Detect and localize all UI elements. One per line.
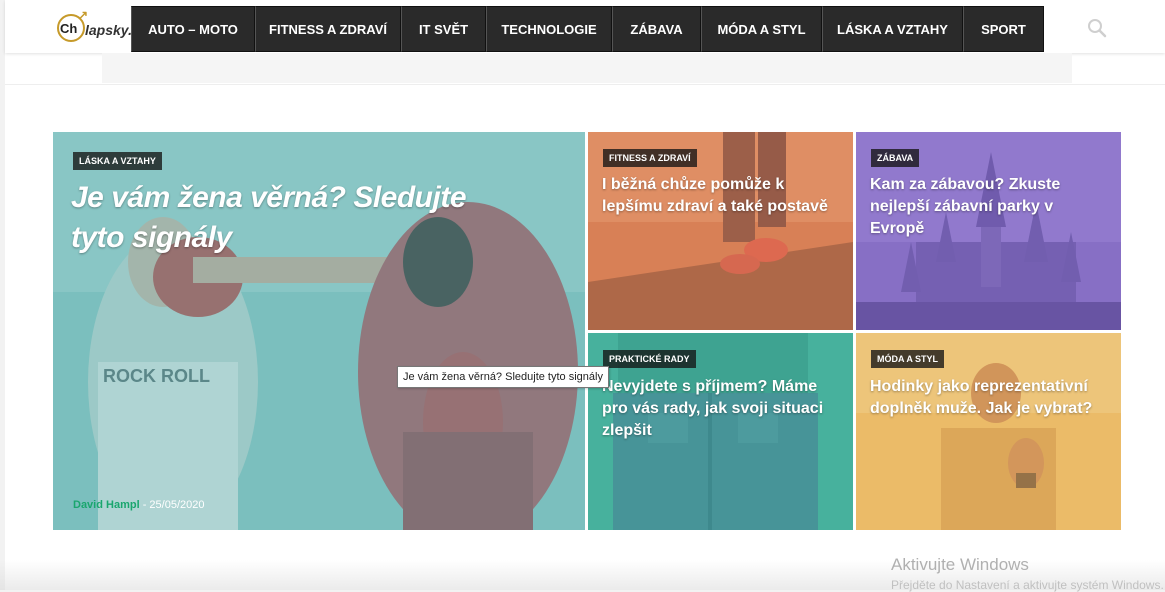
logo-text-ch: Ch bbox=[60, 21, 78, 36]
site-logo[interactable]: Ch ↗ lapsky. bbox=[57, 8, 137, 45]
article-title-line-3: Evropě bbox=[870, 220, 925, 237]
top-header: Ch ↗ lapsky. AUTO – MOTO FITNESS A ZDRAV… bbox=[5, 0, 1165, 53]
article-title-line-1: Nevyjdete s příjmem? Máme bbox=[602, 378, 818, 395]
article-category-badge[interactable]: ZÁBAVA bbox=[871, 149, 920, 167]
article-title-line-3: zlepšit bbox=[602, 422, 652, 439]
nav-item-technologie[interactable]: TECHNOLOGIE bbox=[486, 6, 612, 52]
article-card-prakticke-rady[interactable]: PRAKTICKÉ RADY Nevyjdete s příjmem? Máme… bbox=[588, 333, 853, 530]
page: Ch ↗ lapsky. AUTO – MOTO FITNESS A ZDRAV… bbox=[5, 0, 1165, 590]
article-title-prakticke-rady[interactable]: Nevyjdete s příjmem? Máme pro vás rady, … bbox=[602, 376, 847, 442]
featured-title-line-1: Je vám žena věrná? Sledujte bbox=[71, 181, 467, 214]
nav-item-laska-a-vztahy[interactable]: LÁSKA A VZTAHY bbox=[822, 6, 963, 52]
article-category-badge[interactable]: PRAKTICKÉ RADY bbox=[603, 350, 696, 368]
featured-article-meta: David Hampl - 25/05/2020 bbox=[73, 499, 204, 511]
featured-title-line-2: tyto signály bbox=[71, 221, 232, 254]
header-divider bbox=[5, 84, 1165, 85]
article-date: - 25/05/2020 bbox=[142, 499, 205, 511]
article-title-zabava[interactable]: Kam za zábavou? Zkuste nejlepší zábavní … bbox=[870, 174, 1115, 240]
article-title-moda-a-styl[interactable]: Hodinky jako reprezentativní doplněk muž… bbox=[870, 376, 1115, 420]
article-title-fitness[interactable]: I běžná chůze pomůže k lepšímu zdraví a … bbox=[602, 174, 847, 218]
featured-article-title[interactable]: Je vám žena věrná? Sledujte tyto signály bbox=[71, 178, 571, 258]
windows-activation-watermark-title: Aktivujte Windows bbox=[891, 555, 1029, 574]
nav-item-moda-a-styl[interactable]: MÓDA A STYL bbox=[701, 6, 822, 52]
author-link[interactable]: David Hampl bbox=[73, 499, 140, 511]
featured-article-card[interactable]: ROCK ROLL LÁSKA A VZTAHY Je vám žena věr… bbox=[53, 132, 585, 530]
article-category-badge[interactable]: MÓDA A STYL bbox=[871, 350, 944, 368]
logo-male-symbol-icon: ↗ bbox=[78, 8, 89, 22]
article-title-line-2: nejlepší zábavní parky v bbox=[870, 198, 1054, 215]
search-icon[interactable] bbox=[1087, 18, 1107, 38]
sub-header-bar bbox=[102, 53, 1072, 83]
article-title-line-2: doplněk muže. Jak je vybrat? bbox=[870, 400, 1093, 417]
article-card-zabava[interactable]: ZÁBAVA Kam za zábavou? Zkuste nejlepší z… bbox=[856, 132, 1121, 330]
article-title-line-2: lepšímu zdraví a také postavě bbox=[602, 198, 828, 215]
nav-item-fitness-a-zdravi[interactable]: FITNESS A ZDRAVÍ bbox=[255, 6, 401, 52]
link-tooltip: Je vám žena věrná? Sledujte tyto signály bbox=[397, 366, 609, 388]
nav-item-auto-moto[interactable]: AUTO – MOTO bbox=[131, 6, 255, 52]
article-card-moda-a-styl[interactable]: MÓDA A STYL Hodinky jako reprezentativní… bbox=[856, 333, 1121, 530]
nav-item-zabava[interactable]: ZÁBAVA bbox=[612, 6, 701, 52]
article-title-line-2: pro vás rady, jak svoji situaci bbox=[602, 400, 824, 417]
article-title-line-1: Kam za zábavou? Zkuste bbox=[870, 176, 1061, 193]
featured-category-badge[interactable]: LÁSKA A VZTAHY bbox=[73, 152, 162, 170]
nav-item-it-svet[interactable]: IT SVĚT bbox=[401, 6, 486, 52]
article-title-line-1: Hodinky jako reprezentativní bbox=[870, 378, 1088, 395]
logo-text-rest: lapsky. bbox=[85, 22, 132, 38]
article-card-fitness[interactable]: FITNESS A ZDRAVÍ I běžná chůze pomůže k … bbox=[588, 132, 853, 330]
article-title-line-1: I běžná chůze pomůže k bbox=[602, 176, 785, 193]
article-category-badge[interactable]: FITNESS A ZDRAVÍ bbox=[603, 149, 697, 167]
main-nav: AUTO – MOTO FITNESS A ZDRAVÍ IT SVĚT TEC… bbox=[131, 6, 1044, 52]
nav-item-sport[interactable]: SPORT bbox=[963, 6, 1044, 52]
